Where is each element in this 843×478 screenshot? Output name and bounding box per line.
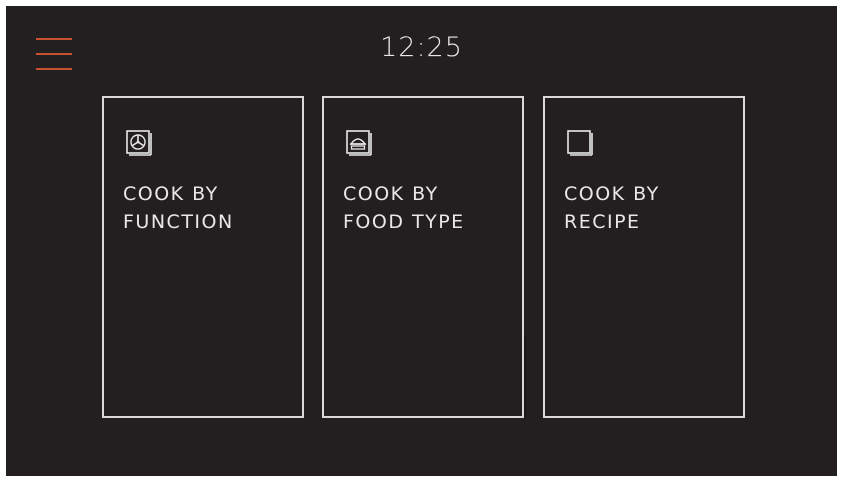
card-label: COOK BY FOOD TYPE [343, 180, 465, 236]
scroll-indicator [524, 336, 526, 418]
card-label-line: FUNCTION [123, 211, 234, 233]
card-label-line: COOK BY [123, 183, 219, 205]
card-label-line: RECIPE [564, 211, 641, 233]
recipe-book-icon [567, 130, 593, 156]
cook-by-function-card[interactable]: COOK BY FUNCTION [102, 96, 304, 418]
card-label: COOK BY RECIPE [564, 180, 660, 236]
card-label: COOK BY FUNCTION [123, 180, 234, 236]
cook-by-food-type-card[interactable]: COOK BY FOOD TYPE [322, 96, 524, 418]
clock-time: 12:25 [380, 32, 463, 63]
menu-line [36, 68, 72, 70]
oven-display-screen: 12:25 COOK BY FUNCTION COOK BY FOOD TYPE [6, 6, 837, 476]
card-label-line: COOK BY [343, 183, 439, 205]
fan-function-icon [126, 130, 152, 156]
cook-by-recipe-card[interactable]: COOK BY RECIPE [543, 96, 745, 418]
food-dish-icon [346, 130, 372, 156]
card-label-line: COOK BY [564, 183, 660, 205]
card-label-line: FOOD TYPE [343, 211, 465, 233]
